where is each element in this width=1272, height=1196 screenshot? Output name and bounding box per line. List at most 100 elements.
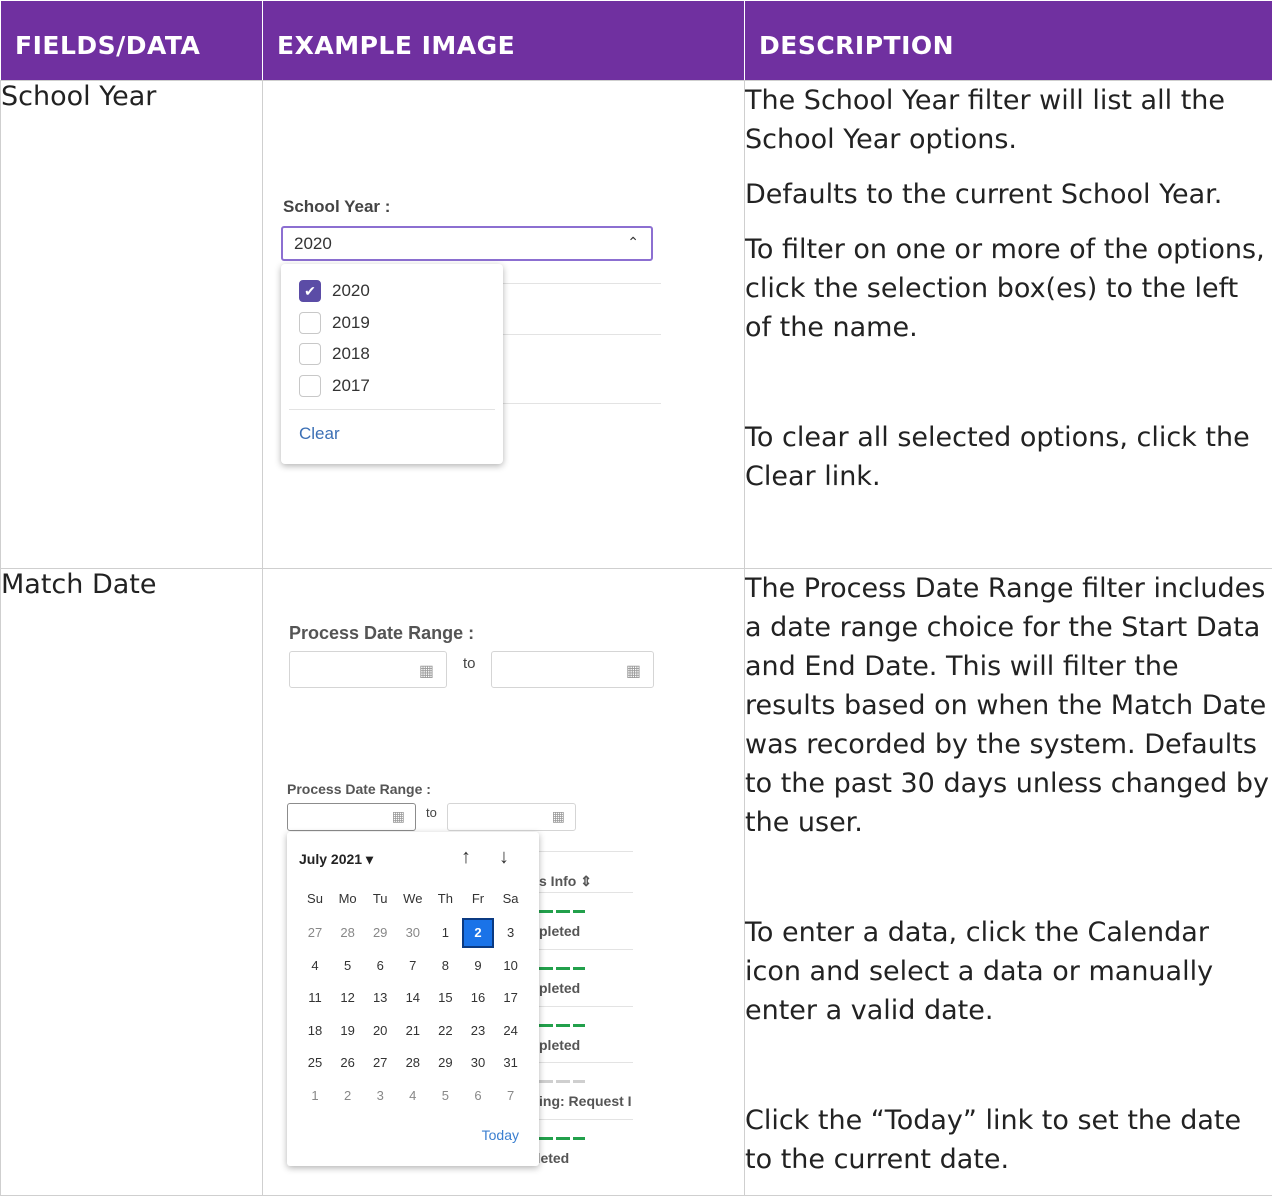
description-paragraph: To filter on one or more of the options,… [745, 230, 1272, 347]
end-date-input-small[interactable]: ▦ [447, 803, 576, 831]
background-divider [539, 1119, 633, 1120]
calendar-day[interactable]: 26 [332, 1048, 364, 1078]
calendar-day[interactable]: 7 [495, 1081, 527, 1111]
option-2020[interactable]: ✔ 2020 [299, 279, 370, 303]
calendar-icon[interactable]: ▦ [626, 661, 641, 681]
description-paragraph: The School Year filter will list all the… [745, 81, 1272, 159]
calendar-day[interactable]: 5 [332, 951, 364, 981]
calendar-day[interactable]: 31 [495, 1048, 527, 1078]
school-year-select[interactable]: 2020 ⌃ [281, 226, 653, 261]
calendar-day[interactable]: 27 [364, 1048, 396, 1078]
weekday-header: Mo [332, 891, 364, 906]
calendar-day[interactable]: 28 [332, 918, 364, 948]
calendar-day[interactable]: 6 [462, 1081, 494, 1111]
checkbox-icon[interactable] [299, 312, 321, 334]
option-label: 2017 [332, 376, 370, 396]
calendar-day[interactable]: 17 [495, 983, 527, 1013]
background-divider [539, 1062, 633, 1063]
calendar-day[interactable]: 9 [462, 951, 494, 981]
calendar-day[interactable]: 8 [429, 951, 461, 981]
month-selector[interactable]: July 2021 ▾ [299, 851, 373, 868]
row-match-date: Match Date Process Date Range : ▦ to ▦ P… [1, 569, 1272, 1196]
example-school-year: School Year : 2020 ⌃ ✔ 2020 2019 20 [263, 81, 745, 569]
arrow-down-icon[interactable]: ↓ [499, 846, 509, 869]
status-bar [539, 967, 585, 970]
weekday-header: Sa [495, 891, 527, 906]
option-label: 2018 [332, 344, 370, 364]
calendar-day[interactable]: 3 [364, 1081, 396, 1111]
calendar-day[interactable]: 25 [299, 1048, 331, 1078]
calendar-icon[interactable]: ▦ [419, 661, 434, 681]
header-fields: FIELDS/DATA [1, 1, 263, 81]
calendar-day[interactable]: 16 [462, 983, 494, 1013]
background-divider [503, 403, 661, 404]
calendar-day[interactable]: 18 [299, 1016, 331, 1046]
calendar-day[interactable]: 4 [299, 951, 331, 981]
calendar-day[interactable]: 23 [462, 1016, 494, 1046]
calendar-day[interactable]: 20 [364, 1016, 396, 1046]
calendar-icon[interactable]: ▦ [392, 808, 405, 825]
calendar-day[interactable]: 22 [429, 1016, 461, 1046]
background-status: pleted [539, 1037, 580, 1053]
example-match-date: Process Date Range : ▦ to ▦ Process Date… [263, 569, 745, 1196]
description-paragraph: To enter a data, click the Calendar icon… [745, 913, 1272, 1030]
calendar-day-selected[interactable]: 2 [462, 918, 494, 948]
option-2019[interactable]: 2019 [299, 311, 370, 335]
calendar-icon[interactable]: ▦ [552, 808, 565, 825]
status-bar [539, 1137, 585, 1140]
calendar-day[interactable]: 27 [299, 918, 331, 948]
calendar-day[interactable]: 3 [495, 918, 527, 948]
calendar-day[interactable]: 6 [364, 951, 396, 981]
calendar-day[interactable]: 2 [332, 1081, 364, 1111]
start-date-input[interactable]: ▦ [289, 651, 447, 688]
calendar-day[interactable]: 30 [462, 1048, 494, 1078]
status-bar [539, 910, 585, 913]
calendar-day[interactable]: 7 [397, 951, 429, 981]
calendar-day[interactable]: 5 [429, 1081, 461, 1111]
calendar-day[interactable]: 12 [332, 983, 364, 1013]
option-label: 2020 [332, 281, 370, 301]
arrow-up-icon[interactable]: ↑ [461, 846, 471, 869]
calendar-day[interactable]: 29 [429, 1048, 461, 1078]
clear-link[interactable]: Clear [299, 424, 340, 444]
process-date-range-label: Process Date Range : [289, 623, 474, 644]
background-divider [503, 334, 661, 335]
calendar-day[interactable]: 10 [495, 951, 527, 981]
checkbox-icon[interactable] [299, 343, 321, 365]
option-2017[interactable]: 2017 [299, 374, 370, 398]
chevron-up-icon: ⌃ [627, 234, 639, 251]
calendar-day[interactable]: 14 [397, 983, 429, 1013]
calendar-day[interactable]: 24 [495, 1016, 527, 1046]
weekday-header: Tu [364, 891, 396, 906]
description-paragraph: To clear all selected options, click the… [745, 418, 1272, 496]
background-divider [539, 892, 633, 893]
field-school-year: School Year [1, 81, 263, 569]
calendar-day[interactable]: 21 [397, 1016, 429, 1046]
calendar-day[interactable]: 1 [299, 1081, 331, 1111]
header-description: DESCRIPTION [745, 1, 1272, 81]
checkbox-checked-icon[interactable]: ✔ [299, 280, 321, 302]
menu-divider [289, 409, 495, 410]
calendar-day[interactable]: 15 [429, 983, 461, 1013]
end-date-input[interactable]: ▦ [491, 651, 654, 688]
school-year-label: School Year : [283, 197, 390, 217]
background-divider [503, 283, 661, 284]
to-label-small: to [426, 805, 437, 820]
date-picker: July 2021 ▾ ↑ ↓ SuMoTuWeThFrSa2728293012… [287, 832, 539, 1166]
calendar-day[interactable]: 30 [397, 918, 429, 948]
checkbox-icon[interactable] [299, 375, 321, 397]
calendar-day[interactable]: 1 [429, 918, 461, 948]
calendar-day[interactable]: 4 [397, 1081, 429, 1111]
calendar-day[interactable]: 13 [364, 983, 396, 1013]
calendar-day[interactable]: 19 [332, 1016, 364, 1046]
calendar-day[interactable]: 28 [397, 1048, 429, 1078]
header-example-image: EXAMPLE IMAGE [263, 1, 745, 81]
start-date-input-small[interactable]: ▦ [287, 803, 416, 831]
calendar-day[interactable]: 11 [299, 983, 331, 1013]
option-2018[interactable]: 2018 [299, 342, 370, 366]
calendar-day[interactable]: 29 [364, 918, 396, 948]
school-year-dropdown: ✔ 2020 2019 2018 2017 Clear [281, 264, 503, 464]
status-bar [539, 1080, 585, 1083]
description-paragraph: Defaults to the current School Year. [745, 175, 1272, 214]
today-link[interactable]: Today [482, 1127, 519, 1143]
